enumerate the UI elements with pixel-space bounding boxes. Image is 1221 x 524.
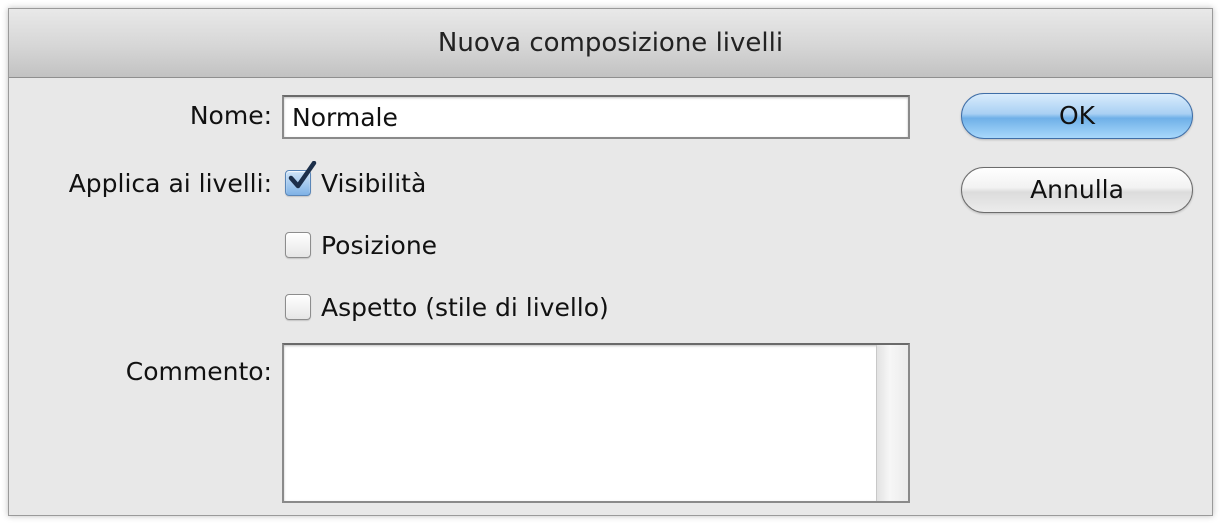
layer-comp-dialog: Nuova composizione livelli Nome: Applica… [8,8,1213,516]
comment-textarea[interactable] [284,345,876,501]
dialog-title: Nuova composizione livelli [9,9,1212,78]
visibility-option[interactable]: Visibilità [285,161,427,201]
name-label: Nome: [189,101,272,130]
position-option[interactable]: Posizione [285,227,437,263]
position-checkbox[interactable] [285,232,311,258]
comment-scrollbar[interactable] [876,345,908,501]
apply-to-layers-label: Applica ai livelli: [68,169,272,198]
name-input[interactable] [282,95,910,139]
ok-button[interactable]: OK [961,93,1193,139]
comment-label: Commento: [125,357,272,386]
position-label: Posizione [321,230,438,260]
appearance-checkbox[interactable] [285,294,311,320]
appearance-label: Aspetto (stile di livello) [321,292,609,322]
visibility-label: Visibilità [321,168,427,198]
visibility-checkbox[interactable] [285,161,317,196]
checkmark-icon [288,161,317,189]
cancel-button[interactable]: Annulla [961,167,1193,213]
comment-field [282,343,910,503]
appearance-option[interactable]: Aspetto (stile di livello) [285,289,609,325]
